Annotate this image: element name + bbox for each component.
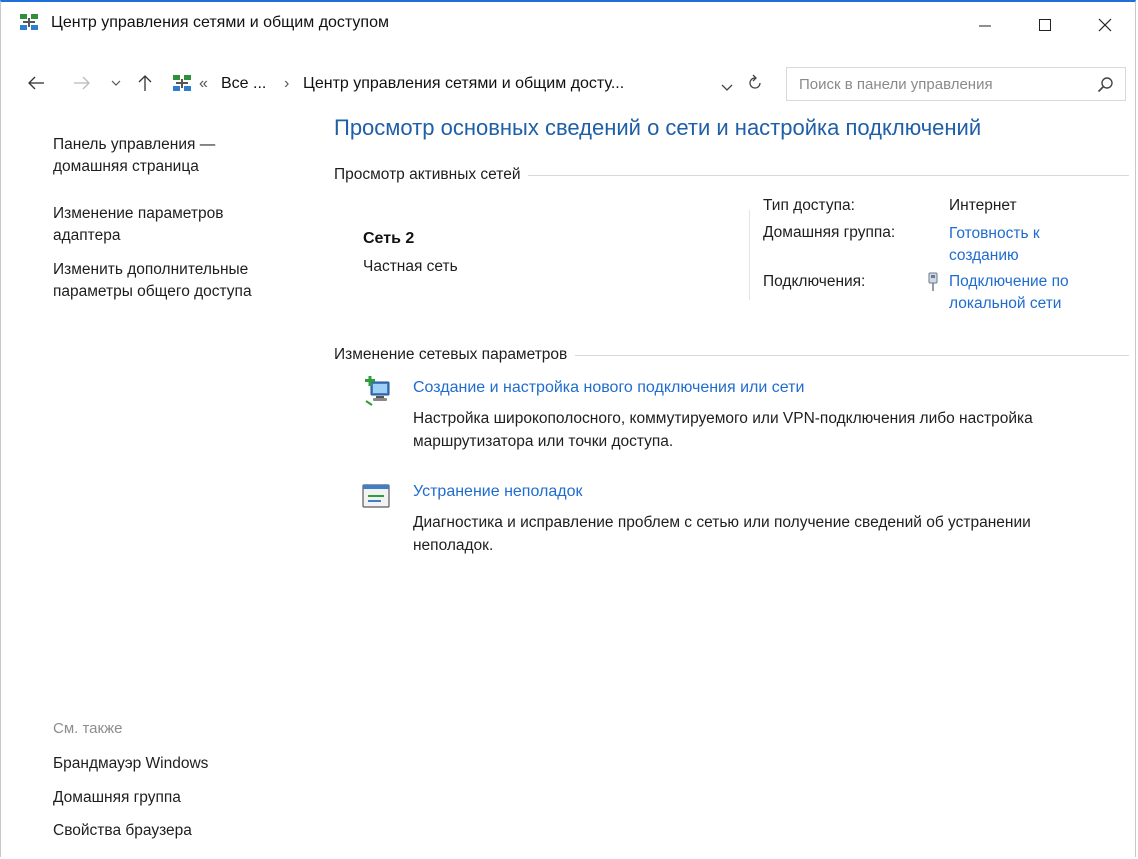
close-icon	[1098, 18, 1112, 32]
search-box	[786, 67, 1126, 101]
minimize-button[interactable]	[955, 2, 1015, 48]
homegroup-label: Домашняя группа:	[763, 224, 896, 241]
setup-new-connection-link[interactable]: Создание и настройка нового подключения …	[413, 379, 804, 397]
access-type-label: Тип доступа:	[763, 197, 855, 214]
sidebar-item-label: домашняя страница	[53, 158, 199, 175]
network-name: Сеть 2	[363, 230, 415, 247]
section-heading: Просмотр активных сетей	[334, 166, 521, 183]
breadcrumb-all-items[interactable]: Все ...	[221, 75, 266, 93]
recent-locations-button[interactable]	[105, 72, 127, 94]
ethernet-icon	[928, 272, 938, 291]
connections-label: Подключения:	[763, 273, 866, 290]
window-title: Центр управления сетями и общим доступом	[51, 14, 389, 31]
address-history-button[interactable]	[721, 79, 733, 97]
arrow-up-icon	[138, 75, 152, 91]
change-settings-section: Изменение сетевых параметров	[334, 344, 1129, 366]
network-center-window: Центр управления сетями и общим доступом	[0, 0, 1136, 857]
new-connection-icon	[365, 376, 390, 406]
task-description-line: Диагностика и исправление проблем с сеть…	[413, 514, 1031, 531]
see-also-heading: См. также	[53, 720, 123, 737]
sidebar-item-label: Изменение параметров	[53, 205, 224, 222]
see-also-homegroup-link[interactable]: Домашняя группа	[53, 787, 181, 809]
homegroup-link-text: созданию	[949, 247, 1019, 264]
address-bar: « Все ... › Центр управления сетями и об…	[1, 62, 1135, 104]
task-description-line: маршрутизатора или точки доступа.	[413, 433, 674, 450]
page-title: Просмотр основных сведений о сети и наст…	[334, 115, 982, 140]
breadcrumb-current[interactable]: Центр управления сетями и общим досту...	[303, 75, 624, 93]
sidebar-item-sharing-settings[interactable]: Изменить дополнительные параметры общего…	[53, 259, 252, 303]
troubleshoot-link[interactable]: Устранение неполадок	[413, 483, 582, 501]
breadcrumb-separator: ›	[284, 75, 290, 92]
task-description: Настройка широкополосного, коммутируемог…	[413, 407, 1133, 453]
search-input[interactable]	[799, 74, 1079, 94]
divider	[749, 210, 750, 300]
section-heading: Изменение сетевых параметров	[334, 346, 568, 363]
connection-link-text: Подключение по	[949, 273, 1069, 290]
connection-link[interactable]: Подключение по локальной сети	[949, 271, 1109, 315]
task-description: Диагностика и исправление проблем с сеть…	[413, 511, 1133, 557]
network-center-icon	[173, 75, 191, 91]
sidebar-item-label: адаптера	[53, 227, 121, 244]
sidebar-item-home[interactable]: Панель управления — домашняя страница	[53, 134, 215, 178]
breadcrumb[interactable]: « Все ... › Центр управления сетями и об…	[161, 69, 771, 99]
close-button[interactable]	[1075, 2, 1135, 48]
see-also-firewall-link[interactable]: Брандмауэр Windows	[53, 753, 208, 775]
maximize-icon	[1039, 19, 1051, 31]
breadcrumb-overflow[interactable]: «	[199, 75, 208, 93]
forward-button[interactable]	[71, 72, 93, 94]
task-description-line: неполадок.	[413, 537, 494, 554]
back-button[interactable]	[25, 72, 47, 94]
sidebar-item-label: Панель управления —	[53, 136, 216, 153]
minimize-icon	[979, 25, 991, 27]
homegroup-link[interactable]: Готовность к созданию	[949, 223, 1109, 267]
divider	[528, 174, 1129, 176]
title-bar: Центр управления сетями и общим доступом	[1, 2, 1135, 48]
search-icon[interactable]	[1097, 76, 1115, 94]
up-button[interactable]	[134, 72, 156, 94]
chevron-down-icon	[721, 84, 733, 91]
connection-link-text: локальной сети	[949, 295, 1062, 312]
task-description-line: Настройка широкополосного, коммутируемог…	[413, 410, 1033, 427]
sidebar-item-adapter-settings[interactable]: Изменение параметров адаптера	[53, 203, 223, 247]
refresh-button[interactable]	[746, 74, 764, 97]
arrow-right-icon	[74, 76, 90, 90]
chevron-down-icon	[111, 80, 121, 86]
maximize-button[interactable]	[1015, 2, 1075, 48]
see-also-browser-properties-link[interactable]: Свойства браузера	[53, 820, 192, 842]
homegroup-link-text: Готовность к	[949, 225, 1040, 242]
sidebar-item-label: Изменить дополнительные	[53, 261, 249, 278]
divider	[575, 354, 1129, 356]
network-type: Частная сеть	[363, 258, 458, 275]
refresh-icon	[749, 74, 761, 89]
active-networks-section: Просмотр активных сетей	[334, 164, 1129, 186]
arrow-left-icon	[28, 76, 44, 90]
sidebar-item-label: параметры общего доступа	[53, 283, 252, 300]
access-type-value: Интернет	[949, 197, 1017, 214]
troubleshoot-icon	[362, 484, 390, 508]
network-center-icon	[20, 14, 38, 30]
